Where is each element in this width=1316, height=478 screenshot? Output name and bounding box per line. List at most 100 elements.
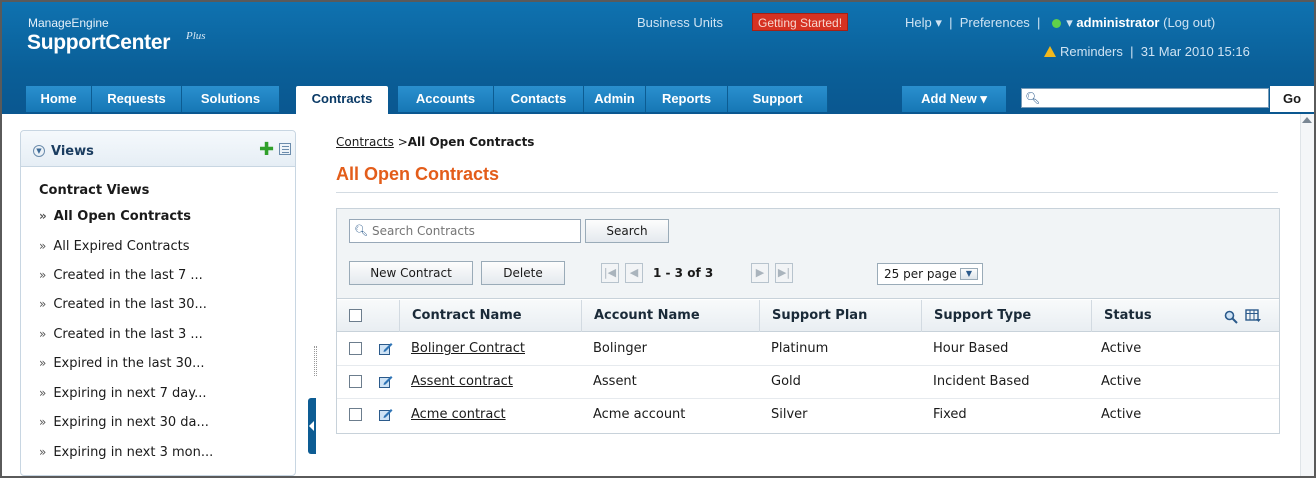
support-type-cell: Incident Based [933,374,1030,389]
user-name[interactable]: administrator [1076,15,1159,30]
column-contract-name[interactable]: Contract Name [399,300,581,332]
column-support-type[interactable]: Support Type [921,300,1091,332]
tab-solutions[interactable]: Solutions [182,86,280,112]
global-search-input[interactable]: 🔍︎ [1021,88,1269,108]
support-plan-cell: Silver [771,407,808,422]
support-plan-cell: Platinum [771,341,829,356]
go-button[interactable]: Go [1270,86,1314,112]
tab-reports[interactable]: Reports [646,86,728,112]
edit-icon[interactable] [379,408,393,421]
table-header: Contract Name Account Name Support Plan … [337,300,1279,332]
logout-link[interactable]: (Log out) [1163,15,1215,30]
help-menu[interactable]: Help ▾ [905,15,942,30]
reminders-link[interactable]: Reminders [1060,44,1123,59]
support-type-cell: Hour Based [933,341,1009,356]
edit-icon[interactable] [379,342,393,355]
column-account-name[interactable]: Account Name [581,300,759,332]
account-name-cell: Bolinger [593,341,647,356]
collapse-panel-handle[interactable] [308,398,316,454]
breadcrumb-contracts-link[interactable]: Contracts [336,135,394,149]
contract-name-link[interactable]: Bolinger Contract [411,341,525,356]
vendor-name: ManageEngine [28,16,109,30]
add-new-menu[interactable]: Add New ▾ [902,86,1006,112]
getting-started-button[interactable]: Getting Started! [752,13,849,31]
views-panel: ▼ Views ✚ Contract Views » All Open Contr… [20,130,296,476]
status-cell: Active [1101,374,1142,389]
previous-page-icon[interactable]: ◀ [625,263,643,283]
app-header: ManageEngine SupportCenter Plus Business… [2,2,1314,114]
view-all-expired-contracts[interactable]: » All Expired Contracts [39,239,190,254]
current-datetime: 31 Mar 2010 15:16 [1140,44,1250,59]
view-all-open-contracts[interactable]: » All Open Contracts [39,209,191,224]
top-links: Help ▾ | Preferences | ▾ administrator (… [905,15,1216,30]
warning-icon [1044,46,1056,57]
breadcrumb-current: All Open Contracts [407,135,535,149]
contract-name-link[interactable]: Acme contract [411,407,506,422]
view-created-last-3[interactable]: » Created in the last 3 ... [39,327,203,342]
per-page-value: 25 per page [884,267,957,281]
pager-status: 1 - 3 of 3 [653,266,714,280]
view-expired-last-30[interactable]: » Expired in the last 30... [39,356,205,371]
tab-accounts[interactable]: Accounts [398,86,494,112]
row-checkbox[interactable] [349,342,362,355]
next-page-icon[interactable]: ▶ [751,263,769,283]
view-expiring-next-30[interactable]: » Expiring in next 30 da... [39,415,209,430]
table-row[interactable]: Bolinger Contract Bolinger Platinum Hour… [337,333,1279,366]
contract-views-heading: Contract Views [39,183,150,198]
breadcrumb-separator: > [397,135,408,149]
column-search-icon[interactable] [1223,309,1239,325]
scroll-up-icon[interactable] [1302,117,1312,123]
tab-support[interactable]: Support [728,86,828,112]
breadcrumb: Contracts >All Open Contracts [336,135,534,149]
view-created-last-7[interactable]: » Created in the last 7 ... [39,268,203,283]
status-online-icon [1051,19,1061,29]
tab-admin[interactable]: Admin [584,86,646,112]
column-chooser-icon[interactable] [1245,309,1261,323]
last-page-icon[interactable]: ▶| [775,263,793,283]
status-cell: Active [1101,341,1142,356]
collapse-chevron-icon[interactable]: ▼ [33,145,45,157]
vertical-scrollbar[interactable] [1300,114,1314,476]
table-row[interactable]: Acme contract Acme account Silver Fixed … [337,399,1279,432]
account-name-cell: Assent [593,374,637,389]
chevron-down-icon[interactable]: ▼ [960,268,978,280]
page-title: All Open Contracts [336,164,500,184]
view-created-last-30[interactable]: » Created in the last 30... [39,297,207,312]
delete-button[interactable]: Delete [481,261,565,285]
support-plan-cell: Gold [771,374,801,389]
new-contract-button[interactable]: New Contract [349,261,473,285]
view-expiring-next-7[interactable]: » Expiring in next 7 day... [39,386,206,401]
product-logo[interactable]: SupportCenter [27,31,170,55]
tab-home[interactable]: Home [26,86,92,112]
tab-contacts[interactable]: Contacts [494,86,584,112]
product-edition: Plus [186,30,206,42]
add-view-icon[interactable]: ✚ [259,141,274,159]
row-checkbox[interactable] [349,375,362,388]
search-contracts-field[interactable]: 🔍︎ [349,219,581,243]
search-button[interactable]: Search [585,219,669,243]
search-icon[interactable]: 🔍︎ [1025,91,1040,105]
support-type-cell: Fixed [933,407,967,422]
row-checkbox[interactable] [349,408,362,421]
preferences-link[interactable]: Preferences [960,15,1030,30]
per-page-select[interactable]: 25 per page ▼ [877,263,983,285]
status-cell: Active [1101,407,1142,422]
first-page-icon[interactable]: |◀ [601,263,619,283]
edit-icon[interactable] [379,375,393,388]
tab-contracts[interactable]: Contracts [296,86,388,114]
select-all-checkbox[interactable] [349,309,362,322]
table-row[interactable]: Assent contract Assent Gold Incident Bas… [337,366,1279,399]
splitter-grip[interactable] [314,346,317,376]
status-menu-chevron-icon[interactable]: ▾ [1066,15,1073,30]
tab-requests[interactable]: Requests [92,86,182,112]
app-window: ManageEngine SupportCenter Plus Business… [0,0,1316,478]
manage-views-icon[interactable] [279,143,291,155]
reminders-bar: Reminders | 31 Mar 2010 15:16 [1044,44,1250,59]
business-units-link[interactable]: Business Units [637,15,723,30]
search-icon: 🔍︎ [354,224,368,237]
search-contracts-input[interactable] [372,223,572,239]
column-support-plan[interactable]: Support Plan [759,300,921,332]
contract-name-link[interactable]: Assent contract [411,374,513,389]
view-expiring-next-3-months[interactable]: » Expiring in next 3 mon... [39,445,213,460]
views-header: ▼ Views ✚ [21,131,295,167]
